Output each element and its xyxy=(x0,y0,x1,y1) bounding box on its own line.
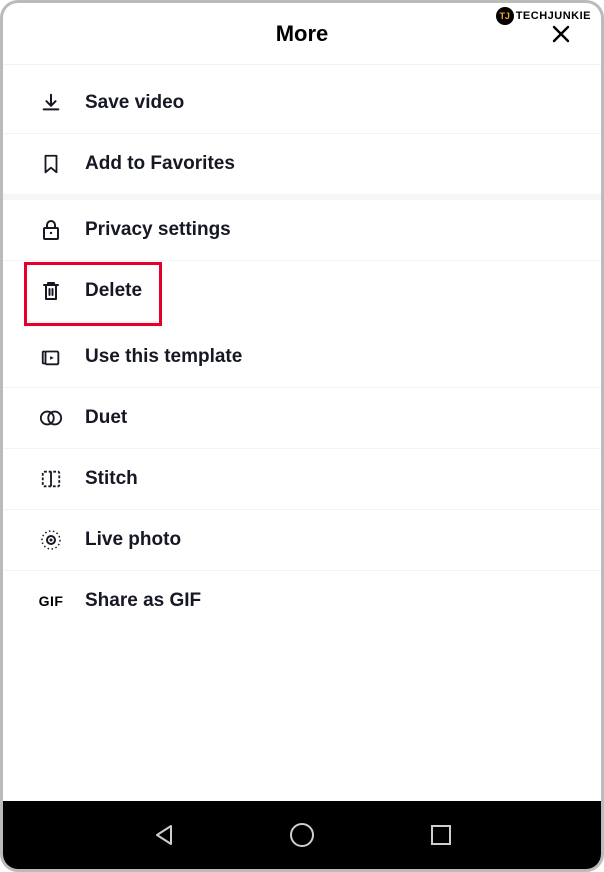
android-nav-bar xyxy=(3,801,601,869)
triangle-back-icon xyxy=(153,823,175,847)
menu-item-add-favorites[interactable]: Add to Favorites xyxy=(3,134,601,200)
nav-home-button[interactable] xyxy=(284,817,320,853)
nav-recent-button[interactable] xyxy=(423,817,459,853)
menu-item-live-photo[interactable]: Live photo xyxy=(3,510,601,571)
close-icon xyxy=(552,25,570,43)
menu-item-save-video[interactable]: Save video xyxy=(3,73,601,134)
menu-item-label: Stitch xyxy=(85,468,138,490)
menu-item-label: Live photo xyxy=(85,529,181,551)
nav-back-button[interactable] xyxy=(146,817,182,853)
download-icon xyxy=(39,91,63,115)
template-icon xyxy=(39,345,63,369)
menu-item-label: Delete xyxy=(85,280,142,302)
menu-item-share-gif[interactable]: GIF Share as GIF xyxy=(3,571,601,631)
menu-item-label: Use this template xyxy=(85,346,242,368)
gif-icon: GIF xyxy=(39,589,63,613)
live-photo-icon xyxy=(39,528,63,552)
menu-item-label: Share as GIF xyxy=(85,590,201,612)
duet-icon xyxy=(39,406,63,430)
trash-icon xyxy=(39,279,63,303)
menu-item-label: Duet xyxy=(85,407,127,429)
menu-item-label: Add to Favorites xyxy=(85,153,235,175)
square-recent-icon xyxy=(430,824,452,846)
watermark-text: TECHJUNKIE xyxy=(516,10,591,22)
page-title: More xyxy=(276,21,329,47)
lock-icon xyxy=(39,218,63,242)
bookmark-icon xyxy=(39,152,63,176)
menu-item-use-template[interactable]: Use this template xyxy=(3,327,601,388)
menu-item-label: Save video xyxy=(85,92,184,114)
more-menu-list: Save video Add to Favorites Privacy sett… xyxy=(3,65,601,631)
stitch-icon xyxy=(39,467,63,491)
menu-item-delete[interactable]: Delete xyxy=(23,261,163,327)
close-button[interactable] xyxy=(549,22,573,46)
menu-item-duet[interactable]: Duet xyxy=(3,388,601,449)
circle-home-icon xyxy=(289,822,315,848)
menu-item-stitch[interactable]: Stitch xyxy=(3,449,601,510)
menu-item-label: Privacy settings xyxy=(85,219,231,241)
watermark-badge: TJ xyxy=(496,7,514,25)
menu-item-privacy-settings[interactable]: Privacy settings xyxy=(3,200,601,261)
watermark: TJ TECHJUNKIE xyxy=(496,7,591,25)
